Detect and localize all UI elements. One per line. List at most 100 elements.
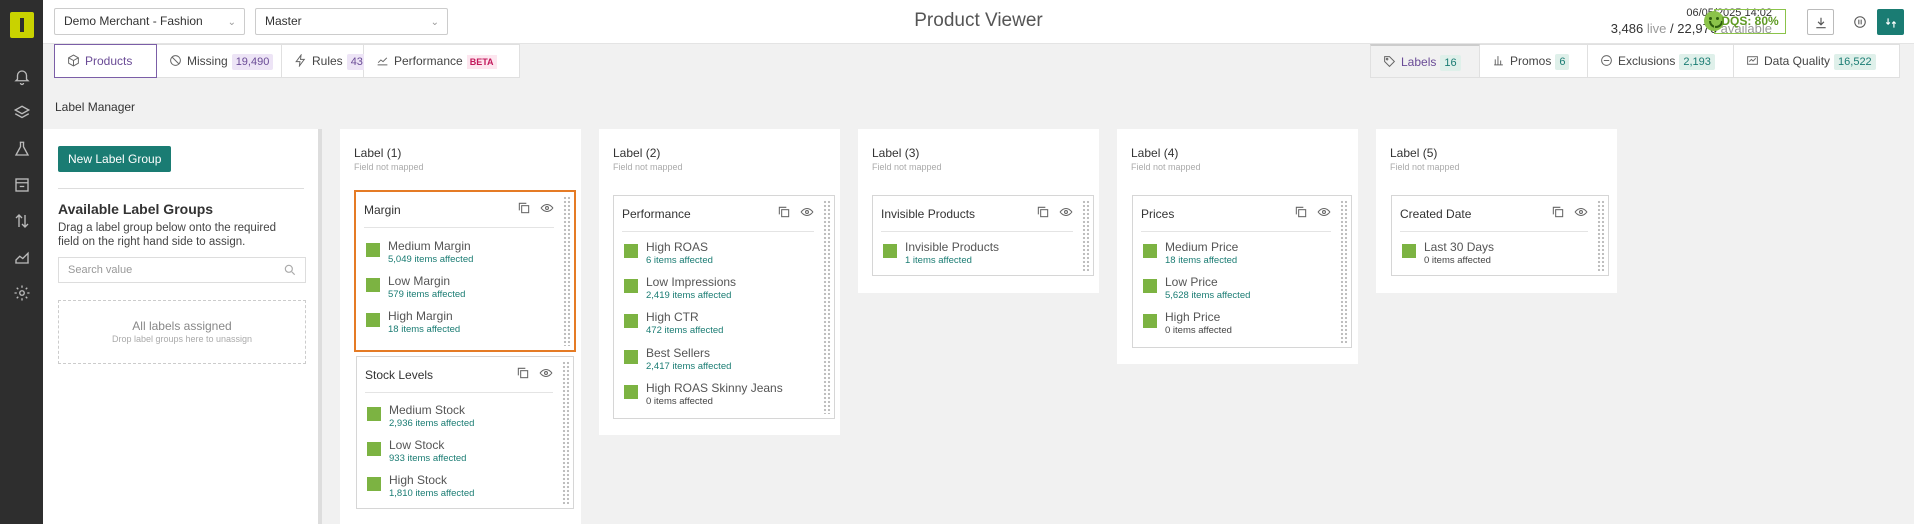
label-count: 18 items affected — [1165, 255, 1238, 266]
label-group-title: Prices — [1141, 207, 1175, 221]
tab-rules[interactable]: Rules 43 — [282, 44, 367, 78]
tab-promos[interactable]: Promos 6 — [1480, 44, 1588, 78]
bolt-icon — [295, 53, 306, 68]
copy-icon[interactable] — [1551, 205, 1565, 222]
flask-icon[interactable] — [0, 130, 43, 166]
dqs-button[interactable]: DQS: 80% — [1714, 9, 1786, 34]
eye-icon[interactable] — [1317, 205, 1331, 222]
count-badge: 6 — [1555, 54, 1570, 70]
label-swatch — [624, 314, 638, 328]
count-badge: 2,193 — [1679, 54, 1715, 70]
label-count: 5,628 items affected — [1165, 290, 1251, 301]
label-group-title: Created Date — [1400, 207, 1472, 221]
eye-icon[interactable] — [1574, 205, 1588, 222]
label-group-card[interactable]: Invisible Products Invisible Products 1 i… — [872, 195, 1094, 276]
label-name: Medium Price — [1165, 240, 1239, 254]
unassign-dropzone[interactable]: All labels assigned Drop label groups he… — [58, 300, 306, 364]
search-icon — [283, 263, 297, 280]
drag-handle[interactable] — [563, 196, 571, 346]
label-group-title: Performance — [622, 207, 691, 221]
label-group-card[interactable]: Performance High ROAS 6 items affected Lo… — [613, 195, 835, 419]
sort-arrows-icon[interactable] — [0, 202, 43, 238]
bell-icon[interactable] — [0, 58, 43, 94]
available-groups-panel: New Label Group Available Label Groups D… — [43, 129, 322, 524]
tab-missing[interactable]: Missing 19,490 — [157, 44, 282, 78]
merchant-select[interactable]: Demo Merchant - Fashion ⌄ — [54, 8, 245, 35]
label-column-title: Label (1) — [354, 146, 402, 160]
area-chart-icon[interactable] — [0, 238, 43, 274]
label-group-title: Stock Levels — [365, 368, 434, 382]
dropzone-subtitle: Drop label groups here to unassign — [111, 334, 253, 344]
card-divider — [365, 392, 553, 393]
label-column: Label (3) Field not mapped Invisible Pro… — [858, 129, 1099, 293]
count-separator: / — [1670, 21, 1674, 36]
label-column-subtitle: Field not mapped — [1390, 162, 1460, 172]
label-swatch — [1143, 314, 1157, 328]
drag-handle[interactable] — [1340, 200, 1348, 343]
tab-label: Products — [85, 54, 133, 68]
label-count: 579 items affected — [388, 289, 466, 300]
tab-labels[interactable]: Labels 16 — [1370, 44, 1480, 78]
label-count: 1 items affected — [905, 255, 972, 266]
layers-icon[interactable] — [0, 94, 43, 130]
tab-products[interactable]: Products — [54, 44, 157, 78]
copy-icon[interactable] — [517, 201, 531, 218]
eye-icon[interactable] — [1059, 205, 1073, 222]
drag-handle[interactable] — [823, 200, 831, 414]
divider — [58, 188, 304, 189]
tab-label: Performance — [394, 54, 463, 68]
label-column: Label (1) Field not mapped Margin Medium… — [340, 129, 581, 524]
gear-icon[interactable] — [0, 274, 43, 310]
label-group-title: Invisible Products — [881, 207, 976, 221]
label-count: 0 items affected — [1424, 255, 1491, 266]
label-group-title: Margin — [364, 203, 401, 217]
pause-button[interactable] — [1846, 9, 1873, 35]
section-title: Label Manager — [55, 100, 136, 114]
pause-icon — [1853, 14, 1867, 28]
sync-button[interactable] — [1877, 9, 1904, 35]
store-icon[interactable] — [0, 166, 43, 202]
drag-handle[interactable] — [1597, 200, 1605, 271]
label-name: High Price — [1165, 310, 1221, 324]
tab-data-quality[interactable]: Data Quality 16,522 — [1734, 44, 1900, 78]
copy-icon[interactable] — [1294, 205, 1308, 222]
tab-label: Missing — [187, 54, 228, 68]
label-group-card[interactable]: Prices Medium Price 18 items affected Low… — [1132, 195, 1352, 348]
label-swatch — [624, 244, 638, 258]
box-icon — [68, 54, 79, 67]
copy-icon[interactable] — [516, 366, 530, 383]
label-name: Medium Stock — [389, 403, 466, 417]
eye-icon[interactable] — [539, 366, 553, 383]
label-group-card[interactable]: Created Date Last 30 Days 0 items affecte… — [1391, 195, 1609, 276]
label-name: Best Sellers — [646, 346, 711, 360]
tab-exclusions[interactable]: Exclusions 2,193 — [1588, 44, 1734, 78]
label-name: Invisible Products — [905, 240, 1000, 254]
label-swatch — [366, 278, 380, 292]
label-count: 0 items affected — [646, 396, 713, 407]
label-name: High ROAS — [646, 240, 709, 254]
logo-icon[interactable] — [9, 12, 34, 38]
label-group-card[interactable]: Stock Levels Medium Stock 2,936 items aff… — [356, 356, 574, 509]
eye-icon[interactable] — [540, 201, 554, 218]
label-swatch — [624, 279, 638, 293]
download-button[interactable] — [1807, 9, 1834, 35]
copy-icon[interactable] — [777, 205, 791, 222]
copy-icon[interactable] — [1036, 205, 1050, 222]
eye-icon[interactable] — [800, 205, 814, 222]
minus-circle-icon — [1601, 55, 1612, 66]
label-count: 0 items affected — [1165, 325, 1232, 336]
feed-select[interactable]: Master ⌄ — [255, 8, 448, 35]
new-label-group-button[interactable]: New Label Group — [58, 146, 172, 172]
count-badge: 16 — [1440, 55, 1461, 71]
drag-handle[interactable] — [562, 361, 570, 504]
tab-performance[interactable]: Performance BETA — [364, 44, 520, 78]
tag-icon — [1384, 56, 1396, 68]
label-column: Label (2) Field not mapped Performance H… — [599, 129, 840, 435]
label-count: 18 items affected — [388, 324, 461, 335]
search-input[interactable] — [58, 257, 306, 283]
label-count: 933 items affected — [389, 453, 467, 464]
drag-handle[interactable] — [1082, 200, 1090, 271]
label-group-card[interactable]: Margin Medium Margin 5,049 items affected… — [354, 190, 576, 352]
label-swatch — [367, 442, 381, 456]
label-name: Low Price — [1165, 275, 1218, 289]
